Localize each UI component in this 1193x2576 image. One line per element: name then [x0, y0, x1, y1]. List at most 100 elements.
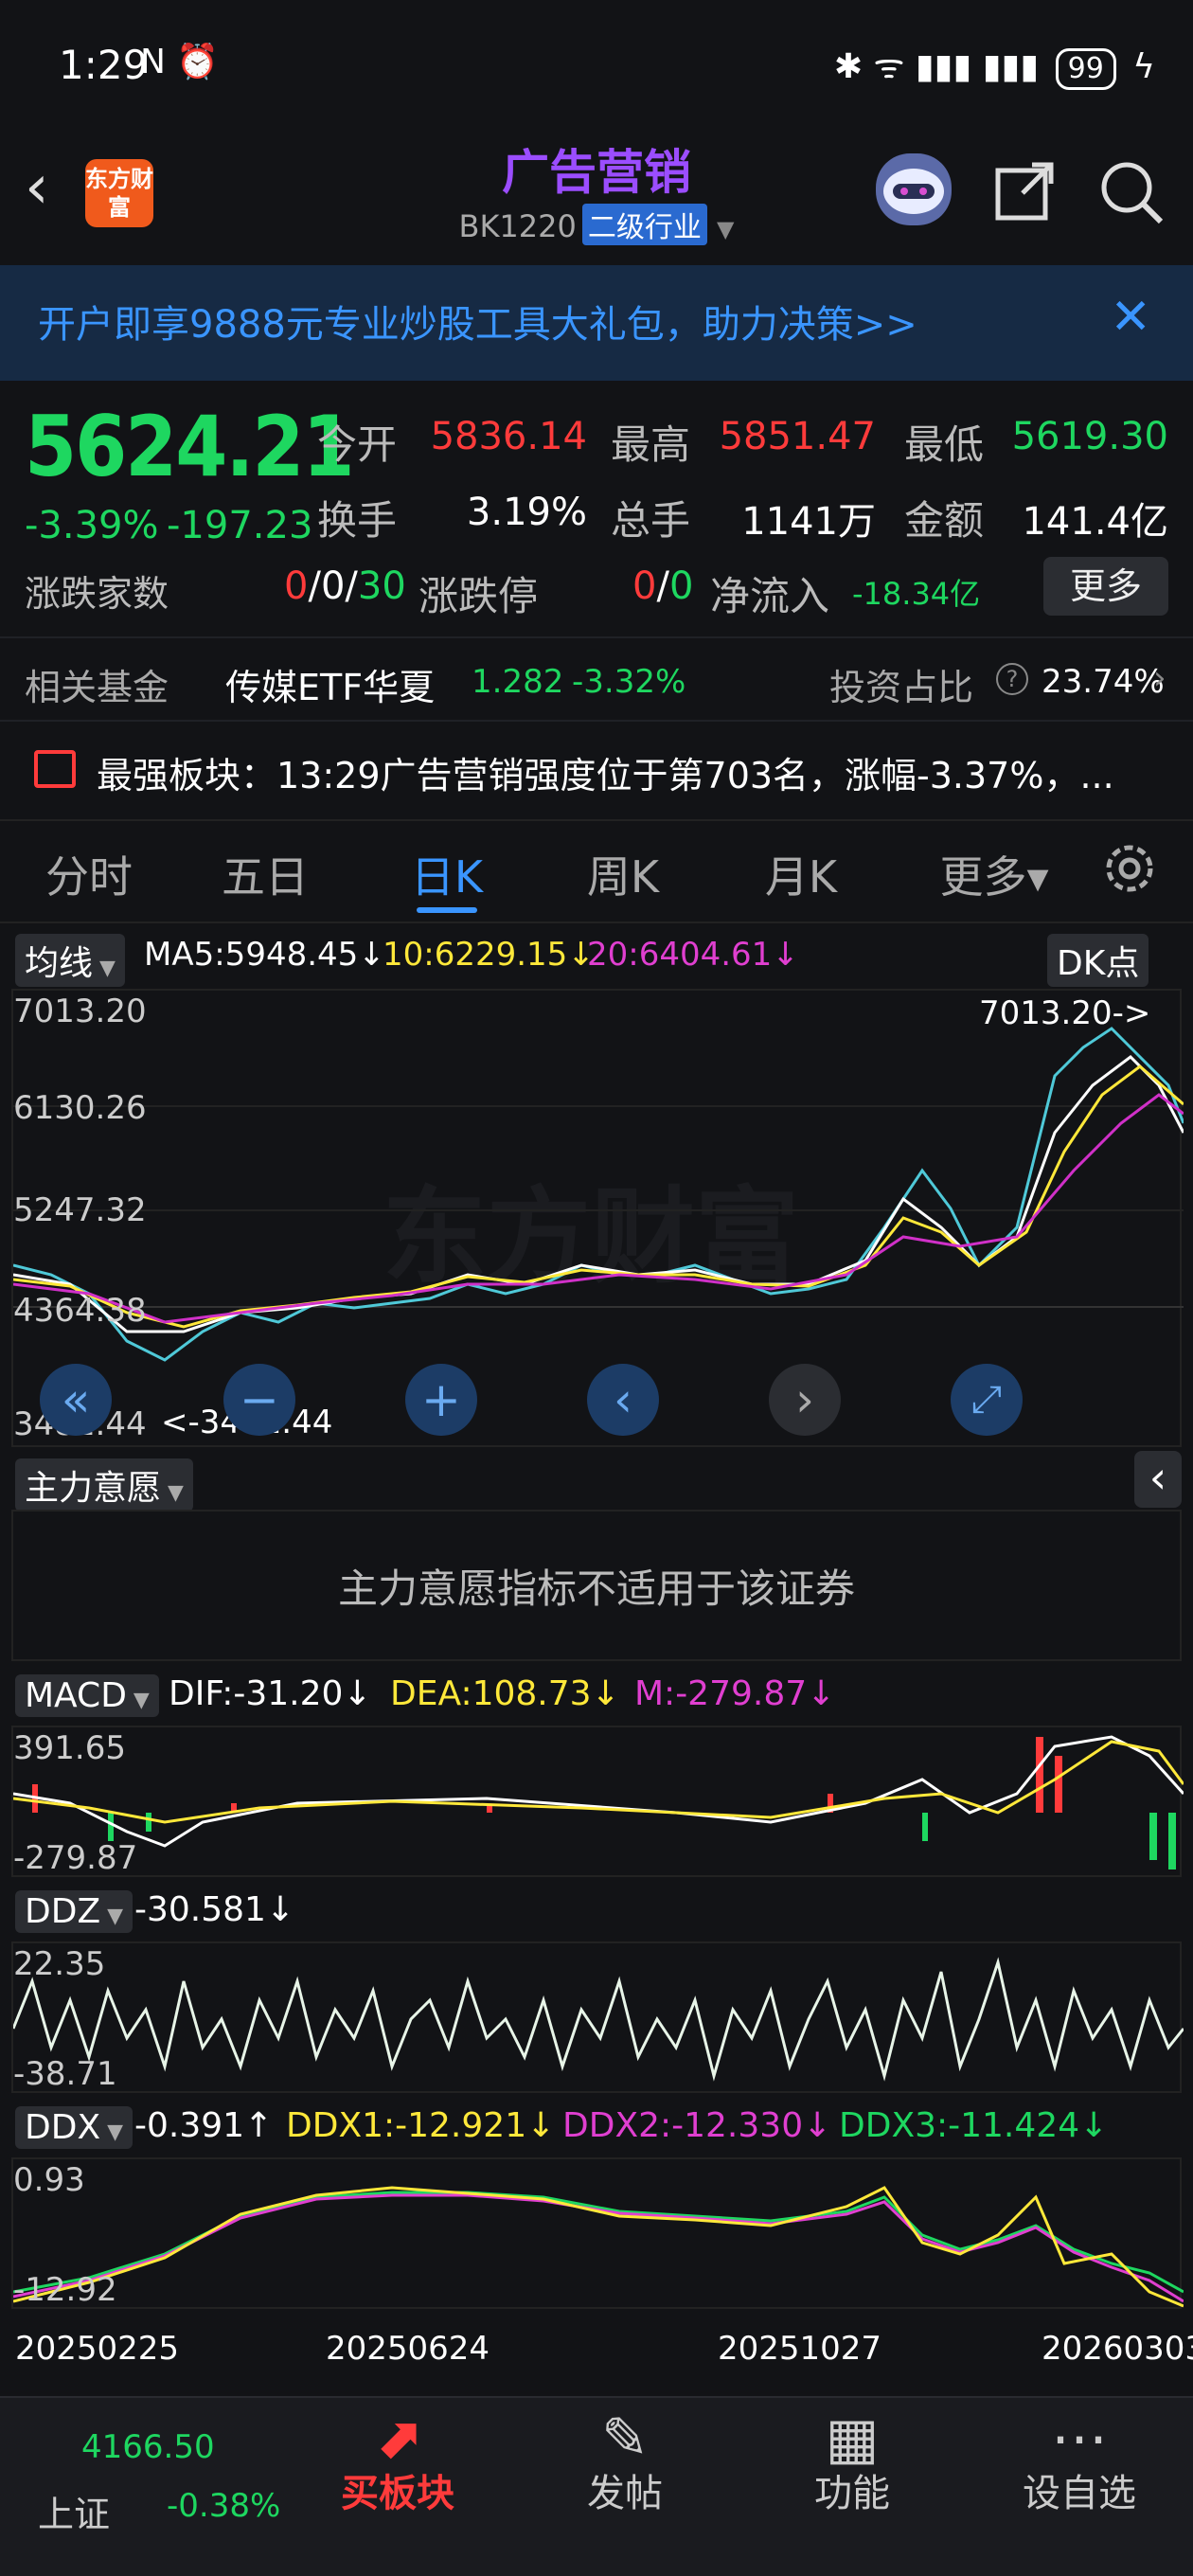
ddz-selector[interactable]: DDZ ▼ — [15, 1890, 134, 1933]
limit-label: 涨跌停 — [418, 573, 539, 619]
ddx3-value: DDX3:-11.424↓ — [839, 2106, 1109, 2145]
updown-counts: 0/0/30 — [284, 564, 406, 608]
search-icon[interactable] — [1098, 159, 1165, 239]
close-icon[interactable]: ✕ — [1110, 289, 1151, 346]
ddx-chart[interactable]: 0.93 -12.92 — [11, 2157, 1184, 2309]
ddz-chart[interactable]: 22.35 -38.71 — [11, 1941, 1184, 2093]
macd-selector[interactable]: MACD ▼ — [15, 1674, 159, 1717]
fund-price: 1.282 — [472, 663, 564, 701]
status-bar: 1:29 N ⏰ ✱ ᯤ ▮▮▮ ▮▮▮ 99 ϟ — [0, 0, 1193, 142]
ma10-value: 10:6229.15↓ — [383, 936, 595, 974]
nav-buy-sector[interactable]: 买板块 — [303, 2462, 492, 2517]
netflow-label: 净流入 — [710, 573, 830, 619]
nav-add-favorite[interactable]: 设自选 — [985, 2462, 1174, 2517]
index-pct: -0.38% — [167, 2487, 281, 2525]
fullscreen-icon[interactable]: ⤢ — [951, 1364, 1023, 1436]
ddx2-value: DDX2:-12.330↓ — [562, 2106, 832, 2145]
high-value: 5851.47 — [719, 415, 876, 458]
ddx-y-top: 0.93 — [13, 2161, 85, 2199]
macd-chart[interactable]: 391.65 -279.87 — [11, 1726, 1184, 1877]
prev-icon[interactable]: ‹ — [587, 1364, 659, 1436]
current-price: 5624.21 — [25, 398, 355, 495]
netflow-value: -18.34亿 — [852, 576, 981, 612]
nav-post[interactable]: 发帖 — [530, 2462, 720, 2517]
ma5-value: MA5:5948.45↓ — [144, 936, 385, 974]
ddz-svg — [13, 1957, 1184, 2082]
signal-icons: ✱ ᯤ ▮▮▮ ▮▮▮ — [833, 47, 1040, 86]
ratio-label: 投资占比 — [829, 667, 974, 708]
settings-gear-icon[interactable] — [1100, 839, 1159, 902]
updown-label: 涨跌家数 — [25, 573, 169, 615]
nav-function[interactable]: 功能 — [757, 2462, 947, 2517]
limit-up: 0 — [632, 564, 657, 608]
change-value: -197.23 — [167, 504, 313, 547]
macd-dif: DIF:-31.20↓ — [169, 1674, 372, 1713]
dk-point-button[interactable]: DK点 — [1047, 934, 1149, 987]
zhuli-panel: 主力意愿指标不适用于该证券 — [11, 1510, 1182, 1661]
turnover-value: 3.19% — [466, 491, 587, 534]
volume-label: 总手 — [611, 497, 691, 544]
up-count: 0 — [284, 564, 309, 608]
ddz-chip-label: DDZ — [25, 1892, 101, 1931]
help-icon[interactable]: ? — [996, 663, 1028, 695]
zoom-in-icon[interactable]: + — [405, 1364, 477, 1436]
next-icon[interactable]: › — [769, 1364, 841, 1436]
tab-monthly-k[interactable]: 月K — [725, 843, 877, 905]
assistant-robot-icon[interactable] — [876, 153, 952, 225]
industry-tag: 二级行业 — [581, 204, 707, 245]
notification-icons: N ⏰ — [140, 43, 220, 81]
divider — [0, 720, 1193, 722]
ddz-y-top: 22.35 — [13, 1945, 106, 1983]
ddx-svg — [13, 2186, 1184, 2308]
y-label-2: 6130.26 — [13, 1089, 147, 1127]
fund-label: 相关基金 — [25, 667, 169, 708]
ratio-value[interactable]: 23.74% — [1042, 663, 1165, 701]
zhuli-chip-label: 主力意愿 — [25, 1469, 162, 1508]
macd-svg — [13, 1735, 1184, 1869]
zoom-out-icon[interactable]: − — [223, 1364, 295, 1436]
fund-name[interactable]: 传媒ETF华夏 — [225, 658, 435, 710]
change-pct: -3.39% — [25, 504, 159, 547]
chevron-right-icon[interactable]: › — [1153, 659, 1166, 697]
rewind-icon[interactable]: « — [40, 1364, 112, 1436]
collapse-icon[interactable]: ‹ — [1134, 1451, 1182, 1508]
zhuli-selector[interactable]: 主力意愿 ▼ — [15, 1458, 193, 1512]
ddz-value: -30.581↓ — [134, 1890, 295, 1929]
charging-icon: ϟ — [1132, 47, 1155, 86]
date-label-2: 20250624 — [326, 2330, 490, 2368]
tab-weekly-k[interactable]: 周K — [547, 843, 699, 905]
index-value[interactable]: 4166.50 — [81, 2428, 215, 2466]
ma-selector[interactable]: 均线 ▼ — [15, 934, 125, 987]
clock: 1:29 — [59, 42, 149, 88]
tab-daily-k[interactable]: 日K — [371, 843, 523, 905]
high-label: 最高 — [611, 421, 691, 468]
zhuli-message: 主力意愿指标不适用于该证券 — [337, 1565, 855, 1612]
macd-y-bottom: -279.87 — [13, 1839, 138, 1877]
date-label-1: 20250225 — [15, 2330, 180, 2368]
tab-intraday[interactable]: 分时 — [13, 843, 165, 905]
limit-down: 0 — [668, 564, 694, 608]
share-icon[interactable] — [994, 159, 1057, 235]
ma-chip-label: 均线 — [25, 944, 94, 983]
ddz-y-bottom: -38.71 — [13, 2055, 117, 2093]
low-label: 最低 — [904, 421, 985, 468]
tab-more[interactable]: 更多▾ — [909, 843, 1079, 905]
promo-text[interactable]: 开户即享9888元专业炒股工具大礼包，助力决策>> — [38, 294, 917, 349]
volume-value: 1141万 — [741, 500, 876, 544]
ddx-selector[interactable]: DDX ▼ — [15, 2106, 134, 2149]
index-name[interactable]: 上证 — [38, 2485, 110, 2537]
amount-value: 141.4亿 — [1022, 500, 1168, 544]
flat-count: 0 — [320, 564, 346, 608]
date-label-4: 20260303 — [1042, 2330, 1193, 2368]
fund-pct: -3.32% — [572, 663, 686, 701]
dropdown-icon: ▼ — [717, 216, 735, 242]
open-label: 今开 — [317, 421, 398, 468]
ddx-chip-label: DDX — [25, 2108, 101, 2147]
macd-chip-label: MACD — [25, 1676, 127, 1715]
tab-5day[interactable]: 五日 — [189, 843, 341, 905]
turnover-label: 换手 — [317, 497, 398, 544]
ddx-value: -0.391↑ — [134, 2106, 274, 2145]
ma20-value: 20:6404.61↓ — [587, 936, 799, 974]
strongest-text[interactable]: 最强板块：13:29广告营销强度位于第703名，涨幅-3.37%，... — [97, 746, 1114, 798]
more-button[interactable]: 更多 — [1043, 557, 1168, 616]
